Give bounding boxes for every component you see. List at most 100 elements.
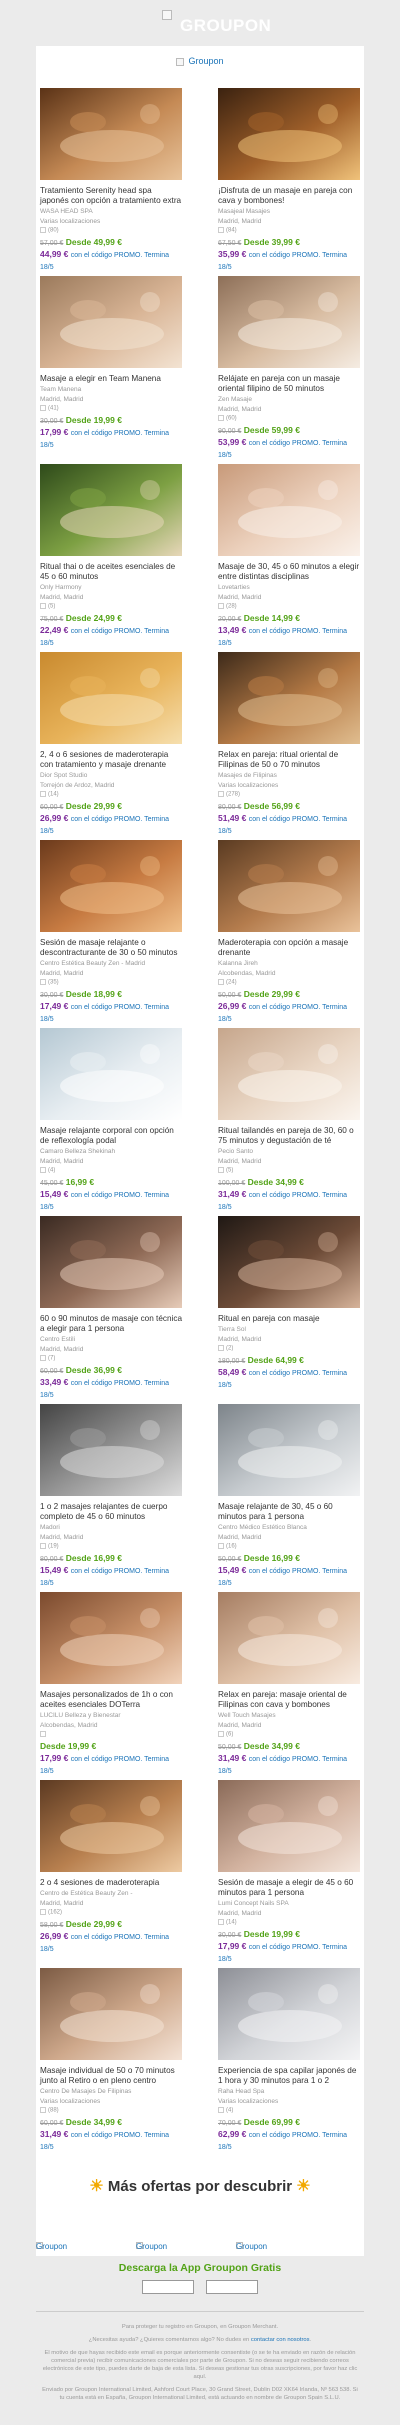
- original-price: 75,00 €: [40, 616, 64, 623]
- deal-title[interactable]: Relájate en pareja con un masaje orienta…: [218, 374, 360, 394]
- star-rating-icon: [40, 791, 46, 797]
- deal-card[interactable]: 60 o 90 minutos de masaje con técnica a …: [40, 1216, 182, 1401]
- deal-title[interactable]: Masaje individual de 50 o 70 minutos jun…: [40, 2066, 182, 2086]
- deal-photo[interactable]: [218, 464, 360, 556]
- deal-title[interactable]: ¡Disfruta de un masaje en pareja con cav…: [218, 186, 360, 206]
- app-store-badge[interactable]: [141, 2280, 194, 2294]
- deal-title[interactable]: Masaje a elegir en Team Manena: [40, 374, 182, 384]
- promo-price: 15,49 €: [218, 1565, 247, 1575]
- deal-card[interactable]: ¡Disfruta de un masaje en pareja con cav…: [218, 88, 360, 273]
- star-rating-icon: [218, 1345, 224, 1351]
- star-rating-icon: [40, 2107, 46, 2113]
- deal-merchant: Centro Médico Estético Blanca: [218, 1524, 307, 1531]
- promo-line: 17,99 € con el código PROMO. Termina 18/…: [40, 427, 182, 451]
- deal-card[interactable]: 1 o 2 masajes relajantes de cuerpo compl…: [40, 1404, 182, 1589]
- deal-card[interactable]: Relax en pareja: masaje oriental de Fili…: [218, 1592, 360, 1777]
- deal-photo[interactable]: [40, 1404, 182, 1496]
- deal-photo[interactable]: [218, 840, 360, 932]
- deal-title[interactable]: Masaje relajante de 30, 45 o 60 minutos …: [218, 1502, 360, 1522]
- banner-image[interactable]: Groupon: [36, 56, 364, 72]
- header: GROUPON: [0, 0, 400, 46]
- deal-card[interactable]: Experiencia de spa capilar japonés de 1 …: [218, 1968, 360, 2153]
- app-download: Descarga la App Groupon Gratis: [0, 2262, 400, 2299]
- deal-rating: (88): [40, 2107, 182, 2115]
- deal-photo[interactable]: [218, 1216, 360, 1308]
- deal-card[interactable]: Ritual tailandés en pareja de 30, 60 o 7…: [218, 1028, 360, 1213]
- deal-card[interactable]: Ritual thai o de aceites esenciales de 4…: [40, 464, 182, 649]
- deal-photo[interactable]: [218, 1028, 360, 1120]
- deal-location: Varias localizaciones: [218, 782, 279, 789]
- deal-title[interactable]: Maderoterapia con opción a masaje drenan…: [218, 938, 360, 958]
- deal-photo[interactable]: [218, 276, 360, 368]
- promo-price: 31,49 €: [218, 1189, 247, 1199]
- deal-title[interactable]: Sesión de masaje a elegir de 45 o 60 min…: [218, 1878, 360, 1898]
- deal-title[interactable]: 2, 4 o 6 sesiones de maderoterapia con t…: [40, 750, 182, 770]
- deal-title[interactable]: Relax en pareja: masaje oriental de Fili…: [218, 1690, 360, 1710]
- deal-photo[interactable]: [40, 1028, 182, 1120]
- deal-photo[interactable]: [218, 1968, 360, 2060]
- star-rating-icon: [218, 415, 224, 421]
- deal-title[interactable]: Masajes personalizados de 1h o con aceit…: [40, 1690, 182, 1710]
- google-play-badge[interactable]: [206, 2280, 259, 2294]
- deal-photo[interactable]: [40, 840, 182, 932]
- legal-text-1: Para proteger tu registro en Groupon, en…: [121, 2324, 279, 2330]
- deal-photo[interactable]: [40, 1216, 182, 1308]
- deal-card[interactable]: Maderoterapia con opción a masaje drenan…: [218, 840, 360, 1025]
- deal-title[interactable]: 60 o 90 minutos de masaje con técnica a …: [40, 1314, 182, 1334]
- contact-link[interactable]: contactar con nosotros: [251, 2337, 310, 2343]
- deal-merchant: WASA HEAD SPA: [40, 208, 93, 215]
- deal-prices: 60,00 € Desde 29,99 €: [40, 801, 182, 813]
- deal-title[interactable]: 1 o 2 masajes relajantes de cuerpo compl…: [40, 1502, 182, 1522]
- deal-card[interactable]: Masajes personalizados de 1h o con aceit…: [40, 1592, 182, 1777]
- deal-card[interactable]: Sesión de masaje a elegir de 45 o 60 min…: [218, 1780, 360, 1965]
- deal-photo[interactable]: [40, 1592, 182, 1684]
- deal-title[interactable]: Sesión de masaje relajante o descontract…: [40, 938, 182, 958]
- deal-title[interactable]: 2 o 4 sesiones de maderoterapia: [40, 1878, 182, 1888]
- deal-card[interactable]: Masaje a elegir en Team Manena Team Mane…: [40, 276, 182, 451]
- star-rating-icon: [40, 227, 46, 233]
- promo-line: 22,49 € con el código PROMO. Termina 18/…: [40, 625, 182, 649]
- deal-card[interactable]: Masaje relajante corporal con opción de …: [40, 1028, 182, 1213]
- deal-card[interactable]: Sesión de masaje relajante o descontract…: [40, 840, 182, 1025]
- deal-photo[interactable]: [218, 88, 360, 180]
- deal-photo[interactable]: [40, 88, 182, 180]
- deal-card[interactable]: 2 o 4 sesiones de maderoterapia Centro d…: [40, 1780, 182, 1955]
- more-offers-heading[interactable]: ☀ Más ofertas por descubrir ☀: [36, 2176, 364, 2196]
- deal-card[interactable]: Masaje relajante de 30, 45 o 60 minutos …: [218, 1404, 360, 1589]
- deal-photo[interactable]: [218, 652, 360, 744]
- deal-photo[interactable]: [218, 1592, 360, 1684]
- deal-prices: 30,00 € Desde 18,99 €: [40, 989, 182, 1001]
- deal-card[interactable]: 2, 4 o 6 sesiones de maderoterapia con t…: [40, 652, 182, 837]
- original-price: 80,00 €: [40, 1556, 64, 1563]
- deal-title[interactable]: Experiencia de spa capilar japonés de 1 …: [218, 2066, 360, 2086]
- deal-photo[interactable]: [218, 1780, 360, 1872]
- deal-title[interactable]: Ritual tailandés en pareja de 30, 60 o 7…: [218, 1126, 360, 1146]
- deal-card[interactable]: Relax en pareja: ritual oriental de Fili…: [218, 652, 360, 837]
- deal-title[interactable]: Tratamiento Serenity head spa japonés co…: [40, 186, 182, 206]
- deal-photo[interactable]: [218, 1404, 360, 1496]
- deal-title[interactable]: Masaje relajante corporal con opción de …: [40, 1126, 182, 1146]
- deal-card[interactable]: Ritual en pareja con masaje Tierra Sol M…: [218, 1216, 360, 1391]
- deal-card[interactable]: Masaje de 30, 45 o 60 minutos a elegir e…: [218, 464, 360, 649]
- deal-title[interactable]: Ritual thai o de aceites esenciales de 4…: [40, 562, 182, 582]
- deal-photo[interactable]: [40, 652, 182, 744]
- original-price: 20,00 €: [218, 616, 242, 623]
- deal-card[interactable]: Masaje individual de 50 o 70 minutos jun…: [40, 1968, 182, 2153]
- original-price: 50,00 €: [218, 1556, 242, 1563]
- deal-photo[interactable]: [40, 464, 182, 556]
- deal-rating: (5): [218, 1167, 360, 1175]
- deal-title[interactable]: Ritual en pareja con masaje: [218, 1314, 360, 1324]
- promo-price: 51,49 €: [218, 813, 247, 823]
- deal-card[interactable]: Tratamiento Serenity head spa japonés co…: [40, 88, 182, 273]
- deal-photo[interactable]: [40, 276, 182, 368]
- original-price: 30,00 €: [40, 418, 64, 425]
- deal-title[interactable]: Masaje de 30, 45 o 60 minutos a elegir e…: [218, 562, 360, 582]
- groupon-logo[interactable]: GROUPON: [180, 16, 271, 36]
- deal-title[interactable]: Relax en pareja: ritual oriental de Fili…: [218, 750, 360, 770]
- deal-photo[interactable]: [40, 1780, 182, 1872]
- deal-merchant: Masajeal Masajes: [218, 208, 271, 215]
- deal-prices: 90,00 € Desde 59,99 €: [218, 425, 360, 437]
- deal-card[interactable]: Relájate en pareja con un masaje orienta…: [218, 276, 360, 461]
- deal-prices: 50,00 € Desde 29,99 €: [218, 989, 360, 1001]
- deal-photo[interactable]: [40, 1968, 182, 2060]
